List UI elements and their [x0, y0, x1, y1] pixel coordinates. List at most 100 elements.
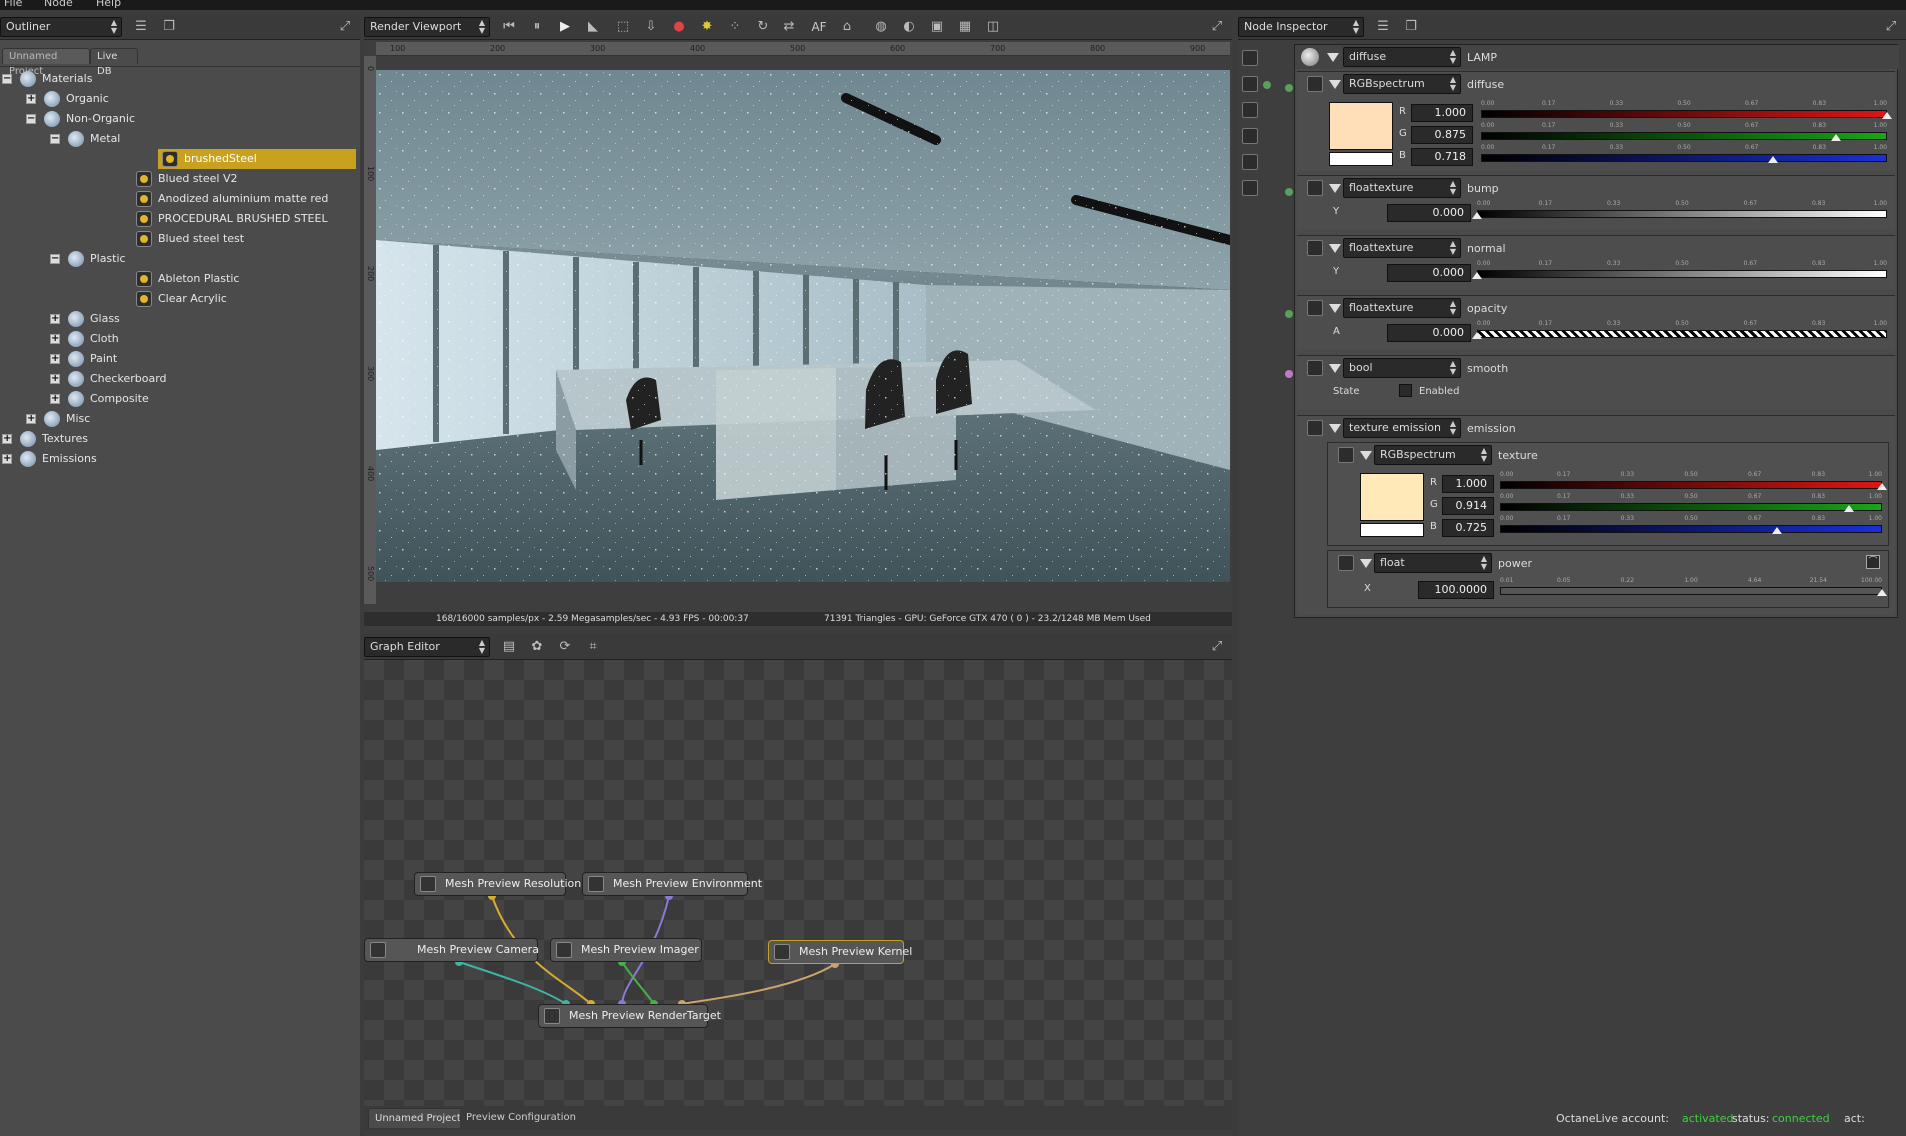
play-icon[interactable]: ▶	[556, 18, 574, 36]
expand-icon[interactable]: +	[50, 334, 60, 344]
expand-icon[interactable]: +	[26, 94, 36, 104]
normal-value[interactable]: 0.000	[1387, 264, 1471, 282]
collapse-icon[interactable]	[1329, 80, 1341, 89]
texture-b-slider[interactable]: 0.00 0.17 0.33 0.50 0.67 0.83 1.00	[1500, 515, 1882, 535]
sphere-icon[interactable]: ◍	[872, 18, 890, 36]
diffuse-color-swatch[interactable]	[1329, 102, 1393, 150]
texture-type-dropdown[interactable]: RGBspectrum ▲ ▼	[1374, 445, 1492, 465]
tree-item[interactable]: + Misc	[0, 409, 356, 429]
maximize-icon[interactable]: ⤢	[1208, 18, 1226, 36]
opacity-type-dropdown[interactable]: floattexture ▲ ▼	[1343, 298, 1461, 318]
collapse-icon[interactable]	[1360, 451, 1372, 460]
tree-item[interactable]: + Composite	[0, 389, 356, 409]
layout-icon[interactable]: ⌗	[584, 638, 602, 656]
collapse-icon[interactable]: −	[2, 74, 12, 84]
graph-panel-selector[interactable]: Graph Editor ▲ ▼	[364, 637, 490, 657]
outliner-panel-selector[interactable]: Outliner ▲ ▼	[0, 17, 122, 37]
normal-type-dropdown[interactable]: floattexture ▲ ▼	[1343, 238, 1461, 258]
texture-g-value[interactable]: 0.914	[1442, 497, 1494, 515]
maximize-icon[interactable]: ⤢	[336, 18, 354, 36]
diffuse-r-slider[interactable]: 0.00 0.17 0.33 0.50 0.67 0.83 1.00	[1481, 100, 1892, 120]
slider-handle-icon[interactable]	[1472, 332, 1482, 339]
tree-item[interactable]: Blued steel V2	[0, 169, 356, 189]
tree-item[interactable]: − Plastic	[0, 249, 356, 269]
tab-live-db[interactable]: Live DB	[90, 48, 138, 77]
texture-r-value[interactable]: 1.000	[1442, 475, 1494, 493]
expand-icon[interactable]: +	[50, 314, 60, 324]
bump-slider[interactable]: 0.00 0.17 0.33 0.50 0.67 0.83 1.00	[1472, 200, 1887, 220]
graph-canvas[interactable]: Mesh Preview Resolution Mesh Preview Env…	[364, 660, 1232, 1106]
tree-item[interactable]: Clear Acrylic	[0, 289, 356, 309]
collapse-icon[interactable]	[1329, 304, 1341, 313]
collapse-icon[interactable]	[1360, 559, 1372, 568]
slider-handle-icon[interactable]	[1472, 212, 1482, 219]
tree-item[interactable]: + Paint	[0, 349, 356, 369]
node-icon[interactable]	[1242, 180, 1258, 196]
node-mesh-preview-imager[interactable]: Mesh Preview Imager	[550, 938, 702, 962]
opacity-value[interactable]: 0.000	[1387, 324, 1471, 342]
split-icon[interactable]: ◫	[984, 18, 1002, 36]
diffuse-type-dropdown[interactable]: RGBspectrum ▲ ▼	[1343, 74, 1461, 94]
emission-type-dropdown[interactable]: texture emission ▲ ▼	[1343, 418, 1461, 438]
expand-icon[interactable]: +	[26, 414, 36, 424]
diffuse-g-slider[interactable]: 0.00 0.17 0.33 0.50 0.67 0.83 1.00	[1481, 122, 1887, 142]
slider-handle-icon[interactable]	[1767, 156, 1778, 163]
collapse-icon[interactable]: −	[26, 114, 36, 124]
image-icon[interactable]	[1242, 50, 1258, 66]
sync-icon[interactable]: ⇄	[780, 18, 798, 36]
collapse-icon[interactable]	[1329, 364, 1341, 373]
collapse-icon[interactable]: −	[50, 254, 60, 264]
expand-icon[interactable]: +	[50, 374, 60, 384]
diffuse-r-value[interactable]: 1.000	[1411, 104, 1473, 122]
tree-item[interactable]: + Textures	[0, 429, 356, 449]
tree-item[interactable]: Blued steel test	[0, 229, 356, 249]
slider-handle-icon[interactable]	[1771, 527, 1782, 534]
maximize-icon[interactable]: ⤢	[1882, 18, 1900, 36]
viewport-panel-selector[interactable]: Render Viewport ▲ ▼	[364, 17, 490, 37]
square-icon[interactable]: ▣	[928, 18, 946, 36]
collapse-icon[interactable]: −	[50, 134, 60, 144]
sphere-shadow-icon[interactable]: ◐	[900, 18, 918, 36]
texture-icon[interactable]	[1242, 102, 1258, 118]
menu-file[interactable]: File	[4, 0, 22, 9]
slider-handle-icon[interactable]	[1831, 134, 1842, 141]
camera-icon[interactable]: ⇩	[642, 18, 660, 36]
smooth-type-dropdown[interactable]: bool ▲ ▼	[1343, 358, 1461, 378]
tree-item[interactable]: + Emissions	[0, 449, 356, 469]
node-mesh-preview-environment[interactable]: Mesh Preview Environment	[582, 872, 762, 896]
rewind-icon[interactable]: ⏮	[500, 18, 518, 36]
reset-icon[interactable]: ↻	[754, 18, 772, 36]
collapse-icon[interactable]	[1327, 53, 1339, 62]
expand-icon[interactable]: +	[50, 394, 60, 404]
node-mesh-preview-camera[interactable]: Mesh Preview Camera	[364, 938, 539, 962]
maximize-icon[interactable]: ⤢	[1208, 638, 1226, 656]
brush-icon[interactable]	[1242, 76, 1258, 92]
render-image[interactable]	[376, 70, 1230, 582]
material-picker-icon[interactable]: ●	[670, 18, 688, 36]
expand-icon[interactable]: +	[2, 454, 12, 464]
collapse-icon[interactable]	[1329, 184, 1341, 193]
node-add-icon[interactable]: ✿	[528, 638, 546, 656]
diffuse-g-value[interactable]: 0.875	[1411, 126, 1473, 144]
tree-item[interactable]: brushedSteel	[158, 149, 356, 169]
node-mesh-preview-kernel[interactable]: Mesh Preview Kernel	[768, 940, 912, 964]
slider-handle-icon[interactable]	[1844, 505, 1855, 512]
root-type-dropdown[interactable]: diffuse ▲ ▼	[1343, 47, 1461, 67]
tree-item[interactable]: Anodized aluminium matte red	[0, 189, 356, 209]
tree-item[interactable]: − Non-Organic	[0, 109, 356, 129]
slider-handle-icon[interactable]	[1877, 483, 1887, 490]
menu-node[interactable]: Node	[44, 0, 73, 9]
collapse-icon[interactable]	[1329, 244, 1341, 253]
diffuse-b-slider[interactable]: 0.00 0.17 0.33 0.50 0.67 0.83 1.00	[1481, 144, 1887, 164]
pause-icon[interactable]: ⏸	[528, 18, 546, 36]
grid-icon[interactable]: ▦	[956, 18, 974, 36]
windows-icon[interactable]: ❐	[160, 18, 178, 36]
tab-unnamed-project[interactable]: Unnamed Project	[2, 48, 90, 77]
node-mesh-preview-resolution[interactable]: Mesh Preview Resolution	[414, 872, 581, 896]
inspector-panel-selector[interactable]: Node Inspector ▲ ▼	[1238, 17, 1364, 37]
expand-icon[interactable]: +	[2, 434, 12, 444]
region-icon[interactable]: ⬚	[614, 18, 632, 36]
windows-icon[interactable]: ❐	[1402, 18, 1420, 36]
tree-item[interactable]: + Glass	[0, 309, 356, 329]
slider-handle-icon[interactable]	[1882, 112, 1892, 119]
